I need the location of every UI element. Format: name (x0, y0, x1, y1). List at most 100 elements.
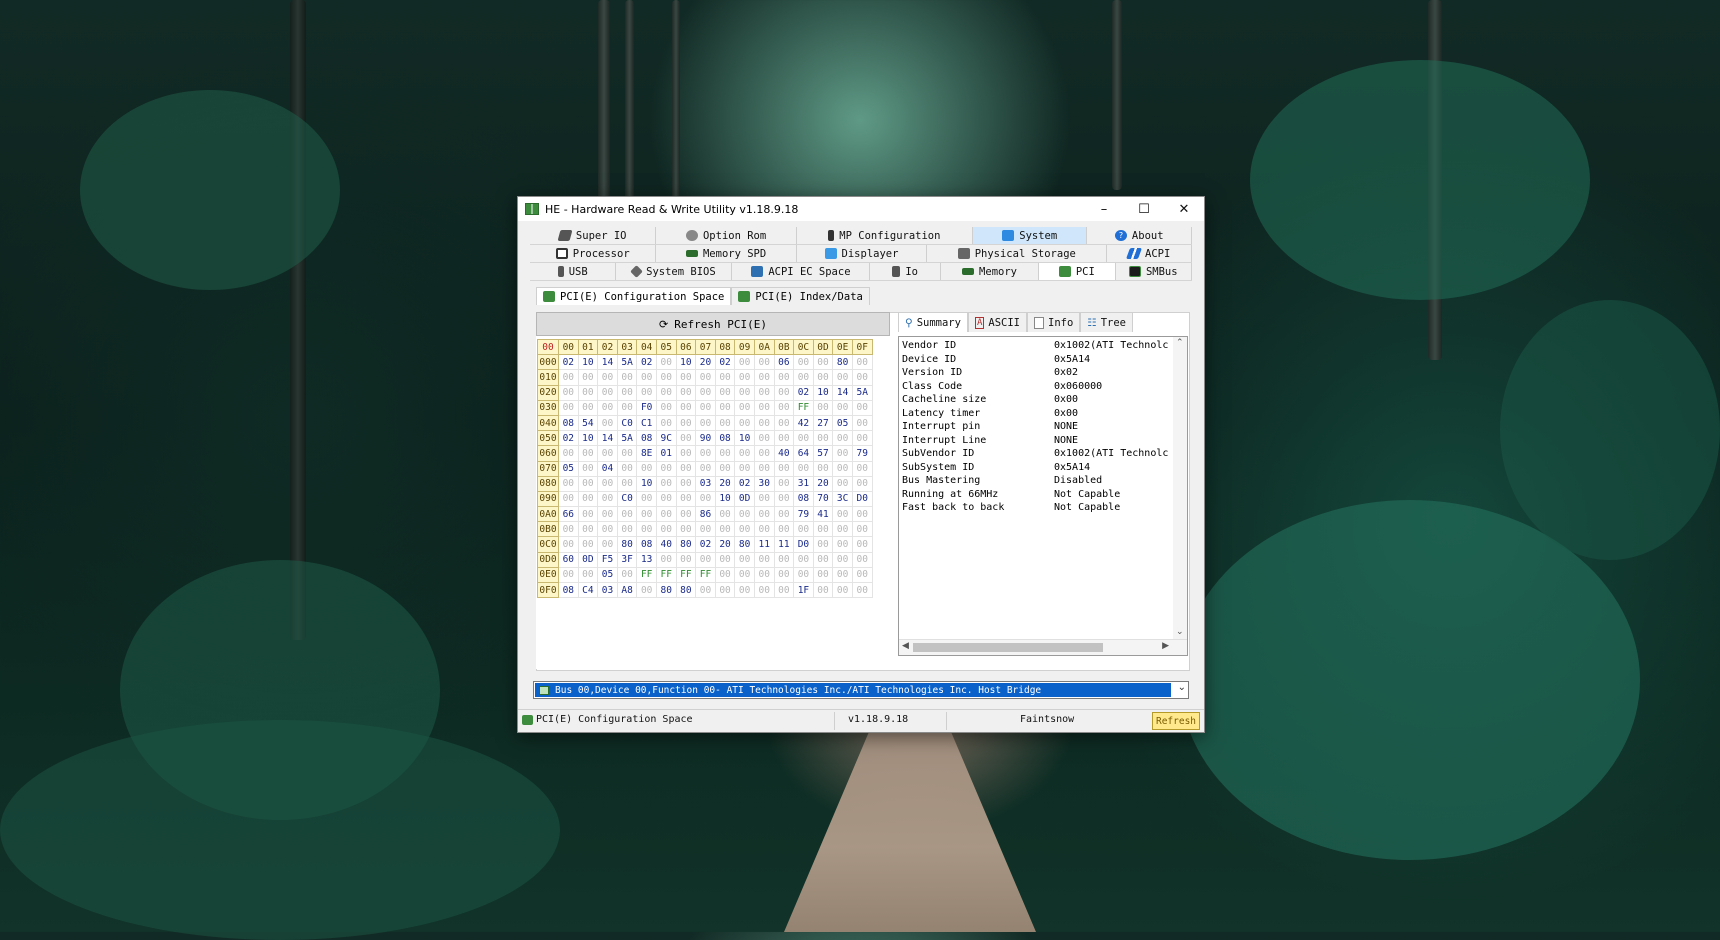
tab-info[interactable]: Info (1027, 312, 1081, 332)
summary-row[interactable]: Fast back to back Not Capable (899, 502, 1187, 516)
hex-cell[interactable]: 00 (851, 506, 873, 523)
hex-cell[interactable]: 00 (675, 460, 697, 477)
hex-cell[interactable]: 66 (558, 506, 579, 523)
hex-cell[interactable]: 00 (616, 369, 638, 386)
hex-cell[interactable]: 00 (695, 460, 716, 477)
hex-cell[interactable]: 00 (714, 521, 736, 538)
hex-cell[interactable]: 54 (577, 414, 599, 432)
maximize-button[interactable]: ☐ (1124, 197, 1164, 221)
hex-cell[interactable]: 00 (812, 399, 834, 416)
hex-cell[interactable]: 00 (851, 551, 873, 568)
hex-cell[interactable]: FF (675, 566, 697, 584)
hex-cell[interactable]: 05 (832, 414, 853, 432)
tab-memory[interactable]: Memory (941, 263, 1040, 280)
hex-cell[interactable]: 00 (851, 354, 873, 371)
hex-cell[interactable]: 00 (714, 369, 736, 386)
hex-cell[interactable]: 90 (695, 430, 716, 447)
hex-cell[interactable]: 00 (851, 581, 873, 599)
tab-memory-spd[interactable]: Memory SPD (656, 245, 797, 262)
hex-cell[interactable]: 00 (773, 369, 795, 386)
hex-cell[interactable]: 00 (812, 581, 834, 599)
summary-row[interactable]: Class Code 0x060000 (899, 381, 1187, 395)
hex-cell[interactable]: 00 (616, 475, 638, 492)
hex-cell[interactable]: 00 (577, 369, 599, 386)
refresh-pci-button[interactable]: ⟳ Refresh PCI(E) (536, 312, 890, 336)
hex-cell[interactable]: 00 (832, 551, 853, 568)
hex-cell[interactable]: 00 (753, 414, 775, 432)
hex-cell[interactable]: 80 (655, 581, 677, 599)
hex-cell[interactable]: 00 (714, 399, 736, 416)
hex-cell[interactable]: 00 (812, 354, 834, 371)
hex-cell[interactable]: 00 (734, 566, 755, 584)
tab-acpi-ec-space[interactable]: ACPI EC Space (732, 263, 871, 280)
hex-cell[interactable]: 00 (675, 551, 697, 568)
tab-io[interactable]: Io (870, 263, 941, 280)
hex-cell[interactable]: 00 (812, 536, 834, 553)
hex-cell[interactable]: 00 (851, 566, 873, 584)
hex-cell[interactable]: 02 (695, 536, 716, 553)
hex-cell[interactable]: 00 (734, 369, 755, 386)
hex-cell[interactable]: 80 (675, 581, 697, 599)
hex-cell[interactable]: 64 (793, 445, 814, 462)
hex-cell[interactable]: 10 (714, 490, 736, 508)
hex-cell[interactable]: 00 (616, 399, 638, 416)
summary-row[interactable]: SubVendor ID 0x1002(ATI Technolc (899, 448, 1187, 462)
hex-cell[interactable]: 00 (675, 414, 697, 432)
hex-cell[interactable]: 00 (636, 369, 657, 386)
hex-cell[interactable]: 02 (734, 475, 755, 492)
hex-cell[interactable]: 08 (793, 490, 814, 508)
hex-cell[interactable]: 10 (577, 430, 599, 447)
subtab-pci-index-data[interactable]: PCI(E) Index/Data (731, 287, 870, 305)
summary-row[interactable]: Device ID 0x5A14 (899, 354, 1187, 368)
hex-cell[interactable]: 03 (695, 475, 716, 492)
hex-cell[interactable]: C4 (577, 581, 599, 599)
hex-cell[interactable]: 20 (714, 475, 736, 492)
hex-cell[interactable]: 00 (753, 384, 775, 401)
hex-cell[interactable]: 00 (655, 399, 677, 416)
hex-cell[interactable]: 00 (832, 369, 853, 386)
hex-cell[interactable]: 00 (773, 414, 795, 432)
scroll-left-icon[interactable]: ◀ (902, 641, 909, 651)
hex-cell[interactable]: 00 (695, 551, 716, 568)
hex-cell[interactable]: 00 (812, 521, 834, 538)
hex-cell[interactable]: 00 (812, 566, 834, 584)
hex-cell[interactable]: 9C (655, 430, 677, 447)
hex-cell[interactable]: 00 (812, 369, 834, 386)
hex-cell[interactable]: 02 (714, 354, 736, 371)
hex-cell[interactable]: 00 (655, 384, 677, 401)
hex-cell[interactable]: 8E (636, 445, 657, 462)
hex-cell[interactable]: 00 (577, 490, 599, 508)
hex-cell[interactable]: 00 (753, 581, 775, 599)
hex-cell[interactable]: 00 (577, 521, 599, 538)
hex-cell[interactable]: 00 (558, 369, 579, 386)
hex-cell[interactable]: 00 (695, 414, 716, 432)
hex-cell[interactable]: 11 (773, 536, 795, 553)
hex-cell[interactable]: 00 (558, 475, 579, 492)
tab-ascii[interactable]: A ASCII (967, 312, 1027, 332)
hex-cell[interactable]: 00 (655, 414, 677, 432)
hex-cell[interactable]: 00 (793, 460, 814, 477)
summary-row[interactable]: Cacheline size 0x00 (899, 394, 1187, 408)
hex-cell[interactable]: 80 (616, 536, 638, 553)
summary-row[interactable]: Version ID 0x02 (899, 367, 1187, 381)
hex-cell[interactable]: 05 (597, 566, 618, 584)
hex-cell[interactable]: FF (695, 566, 716, 584)
hex-cell[interactable]: 00 (832, 475, 853, 492)
hex-cell[interactable]: 00 (597, 445, 618, 462)
hex-cell[interactable]: 00 (558, 384, 579, 401)
hex-cell[interactable]: 0D (577, 551, 599, 568)
hex-cell[interactable]: 01 (655, 445, 677, 462)
hex-cell[interactable]: 00 (734, 581, 755, 599)
hex-cell[interactable]: 00 (616, 506, 638, 523)
summary-row[interactable]: Vendor ID 0x1002(ATI Technolc (899, 340, 1187, 354)
hex-cell[interactable]: 00 (695, 369, 716, 386)
hex-cell[interactable]: 00 (636, 521, 657, 538)
hex-cell[interactable]: 00 (616, 460, 638, 477)
summary-row[interactable]: Latency timer 0x00 (899, 408, 1187, 422)
hex-cell[interactable]: 08 (558, 414, 579, 432)
hex-cell[interactable]: 00 (753, 445, 775, 462)
hex-cell[interactable]: 00 (655, 506, 677, 523)
hex-cell[interactable]: 00 (597, 475, 618, 492)
hex-cell[interactable]: 00 (734, 399, 755, 416)
summary-row[interactable]: Interrupt Line NONE (899, 435, 1187, 449)
